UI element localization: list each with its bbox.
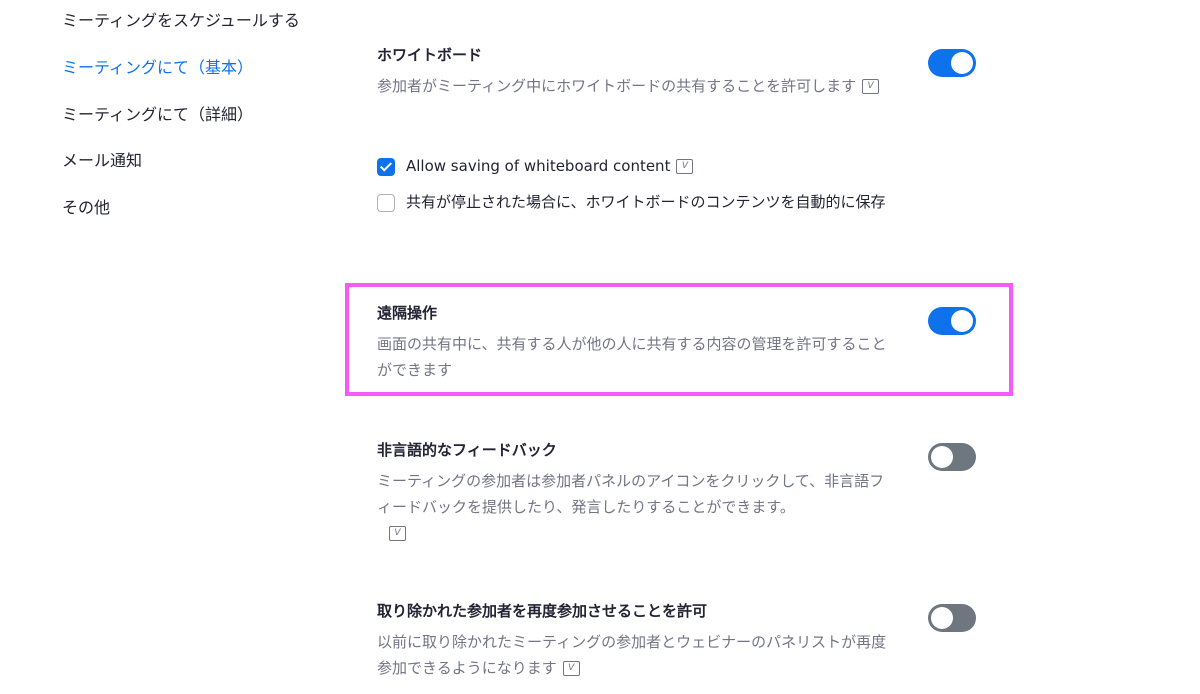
checkbox-label-text: Allow saving of whiteboard content xyxy=(406,157,671,175)
setting-title: 非言語的なフィードバック xyxy=(377,441,557,459)
version-badge-icon: V xyxy=(862,79,880,94)
setting-description: 画面の共有中に、共有する人が他の人に共有する内容の管理を許可することができます xyxy=(377,335,887,379)
setting-title: 取り除かれた参加者を再度参加させることを許可 xyxy=(377,602,708,620)
checkbox-label: Allow saving of whiteboard content V xyxy=(406,153,926,180)
allow-rejoin-toggle[interactable] xyxy=(928,604,976,632)
setting-description-text: 以前に取り除かれたミーティングの参加者とウェビナーのパネリストが再度参加できるよ… xyxy=(377,633,887,677)
toggle-knob xyxy=(951,310,973,332)
version-badge-icon: V xyxy=(389,526,406,541)
setting-description-text: 参加者がミーティング中にホワイトボードの共有することを許可します xyxy=(377,77,857,95)
checkbox-label: 共有が停止された場合に、ホワイトボードのコンテンツを自動的に保存 xyxy=(406,193,886,211)
setting-description: ミーティングの参加者は参加者パネルのアイコンをクリックして、非言語フィードバック… xyxy=(377,468,897,546)
toggle-knob xyxy=(951,52,973,74)
sidebar-item-email-notification[interactable]: メール通知 xyxy=(62,151,142,171)
toggle-knob xyxy=(931,446,953,468)
version-badge-icon: V xyxy=(562,661,580,676)
version-badge-icon: V xyxy=(676,159,694,174)
sidebar-item-in-meeting-basic[interactable]: ミーティングにて（基本） xyxy=(62,58,253,78)
setting-allow-rejoin: 取り除かれた参加者を再度参加させることを許可 以前に取り除かれたミーティングの参… xyxy=(377,601,997,681)
sidebar: ミーティングをスケジュールする ミーティングにて（基本） ミーティングにて（詳細… xyxy=(0,0,340,694)
sidebar-item-other[interactable]: その他 xyxy=(62,198,110,218)
setting-description: 以前に取り除かれたミーティングの参加者とウェビナーのパネリストが再度参加できるよ… xyxy=(377,629,897,681)
sidebar-item-in-meeting-advanced[interactable]: ミーティングにて（詳細） xyxy=(62,105,253,125)
setting-title: ホワイトボード xyxy=(377,46,483,64)
checkbox-row-save-whiteboard: Allow saving of whiteboard content V xyxy=(377,157,926,180)
setting-whiteboard: ホワイトボード 参加者がミーティング中にホワイトボードの共有することを許可します… xyxy=(377,45,997,99)
setting-nonverbal-feedback: 非言語的なフィードバック ミーティングの参加者は参加者パネルのアイコンをクリック… xyxy=(377,440,997,546)
whiteboard-toggle[interactable] xyxy=(928,49,976,77)
setting-description: 参加者がミーティング中にホワイトボードの共有することを許可します V xyxy=(377,73,897,99)
nonverbal-feedback-toggle[interactable] xyxy=(928,443,976,471)
save-whiteboard-checkbox[interactable] xyxy=(377,158,395,176)
sidebar-item-schedule-meeting[interactable]: ミーティングをスケジュールする xyxy=(62,11,300,31)
toggle-knob xyxy=(931,607,953,629)
setting-title: 遠隔操作 xyxy=(377,304,438,322)
setting-remote-control: 遠隔操作 画面の共有中に、共有する人が他の人に共有する内容の管理を許可することが… xyxy=(377,303,997,383)
setting-description-text: ミーティングの参加者は参加者パネルのアイコンをクリックして、非言語フィードバック… xyxy=(377,472,885,516)
remote-control-toggle[interactable] xyxy=(928,307,976,335)
auto-save-whiteboard-checkbox[interactable] xyxy=(377,194,395,212)
checkbox-row-auto-save-whiteboard: 共有が停止された場合に、ホワイトボードのコンテンツを自動的に保存 xyxy=(377,193,926,216)
